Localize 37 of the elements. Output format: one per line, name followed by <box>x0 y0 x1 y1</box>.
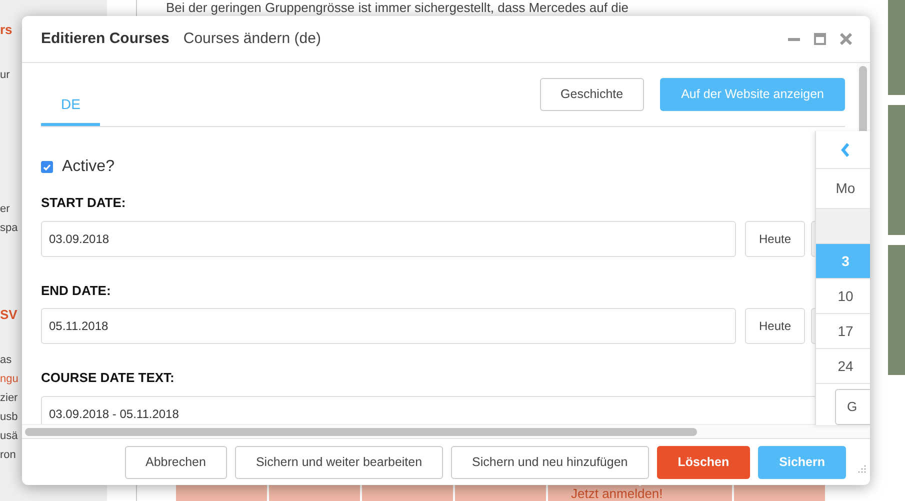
dialog-subtitle: Courses ändern (de) <box>183 28 321 49</box>
text-fragment: as <box>0 353 13 368</box>
minimize-icon[interactable] <box>788 38 800 40</box>
text-fragment: zier <box>0 391 18 406</box>
text-fragment: usä <box>0 429 18 444</box>
text-fragment: usb <box>0 410 18 425</box>
text-fragment: er <box>0 202 11 217</box>
day-cell[interactable]: 24 <box>816 349 870 384</box>
today-button[interactable]: Heute <box>745 220 805 256</box>
maximize-icon[interactable] <box>814 33 826 45</box>
heading-fragment: rs <box>0 21 12 39</box>
text-fragment: ur <box>0 68 11 83</box>
datepicker-button[interactable]: G <box>835 389 870 425</box>
today-button[interactable]: Heute <box>745 308 805 344</box>
paragraph-text: Bei der geringen Gruppengrösse ist immer sichergestellt, dass Mercedes auf die <box>166 0 628 15</box>
text-fragment: ron <box>0 448 17 463</box>
history-button[interactable]: Geschichte <box>540 78 644 111</box>
heading-fragment: SV <box>0 306 18 324</box>
checkbox[interactable] <box>41 161 53 173</box>
field-label: COURSE DATE TEXT: <box>41 369 176 387</box>
day-cell[interactable]: 17 <box>816 314 870 349</box>
footer-button[interactable]: Sichern und weiter bearbeiten <box>234 446 444 478</box>
day-cell[interactable]: 10 <box>816 279 870 314</box>
date-field[interactable]: 05.11.2018 <box>41 308 736 344</box>
footer-button[interactable]: Abbrechen <box>124 446 227 478</box>
day-cell[interactable] <box>816 209 870 244</box>
text-fragment: spa <box>0 221 18 236</box>
horizontal-scrollbar[interactable] <box>22 424 870 438</box>
date-field[interactable]: 03.09.2018 <box>41 220 736 256</box>
close-icon[interactable] <box>840 33 852 45</box>
delete-button[interactable]: Löschen <box>656 446 750 478</box>
checkbox-label: Active? <box>62 157 114 177</box>
dialog-title: Editieren Courses <box>41 28 170 49</box>
resize-grip-icon[interactable] <box>858 464 866 473</box>
chevron-left-icon[interactable] <box>841 142 850 156</box>
field-label: START DATE: <box>41 194 127 212</box>
footer-button[interactable]: Sichern und neu hinzufügen <box>451 446 649 478</box>
